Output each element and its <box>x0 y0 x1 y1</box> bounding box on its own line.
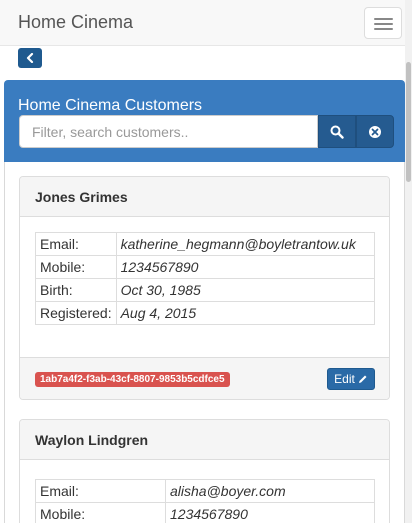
customer-card: Waylon Lindgren Email: alisha@boyer.com … <box>19 419 390 523</box>
scrollbar-thumb[interactable] <box>406 62 411 182</box>
field-label: Email: <box>35 232 117 256</box>
customer-info-table: Email: alisha@boyer.com Mobile: 12345678… <box>35 479 375 523</box>
navbar: Home Cinema <box>0 0 405 46</box>
field-label: Mobile: <box>35 255 117 279</box>
field-label: Registered: <box>35 301 117 325</box>
customer-info-table: Email: katherine_hegmann@boyletrantow.uk… <box>35 232 376 325</box>
field-label: Email: <box>35 479 166 503</box>
clear-search-button[interactable] <box>356 115 394 148</box>
field-label: Mobile: <box>35 502 166 523</box>
field-value: Oct 30, 1985 <box>115 278 376 302</box>
customer-card: Jones Grimes Email: katherine_hegmann@bo… <box>19 176 390 400</box>
field-label: Birth: <box>35 278 117 302</box>
customer-card-header: Jones Grimes <box>20 177 389 217</box>
back-button[interactable] <box>18 48 42 68</box>
customer-card-footer: 1ab7a4f2-f3ab-43cf-8807-9853b5cdfce5 Edi… <box>20 357 389 399</box>
panel-title: Home Cinema Customers <box>18 97 203 114</box>
field-value: katherine_hegmann@boyletrantow.uk <box>115 232 376 256</box>
field-value: Aug 4, 2015 <box>115 301 376 325</box>
customer-card-header: Waylon Lindgren <box>20 420 389 460</box>
customer-name: Jones Grimes <box>35 189 128 205</box>
table-row: Mobile: 1234567890 <box>35 255 376 279</box>
field-value: alisha@boyer.com <box>165 479 375 503</box>
table-row: Mobile: 1234567890 <box>35 502 375 523</box>
table-row: Email: katherine_hegmann@boyletrantow.uk <box>35 232 376 256</box>
field-value: 1234567890 <box>165 502 375 523</box>
clear-circle-icon <box>369 125 381 138</box>
search-icon <box>330 125 344 139</box>
chevron-left-icon <box>26 53 34 63</box>
search-input[interactable] <box>19 115 318 148</box>
menu-toggle-button[interactable] <box>364 7 402 39</box>
pencil-icon <box>358 375 367 383</box>
customer-name: Waylon Lindgren <box>35 432 149 448</box>
customer-id-badge: 1ab7a4f2-f3ab-43cf-8807-9853b5cdfce5 <box>35 372 230 387</box>
edit-button-label: Edit <box>334 372 355 386</box>
search-button[interactable] <box>318 115 356 148</box>
edit-button[interactable]: Edit <box>327 368 375 390</box>
table-row: Email: alisha@boyer.com <box>35 479 375 503</box>
table-row: Birth: Oct 30, 1985 <box>35 278 376 302</box>
brand-title[interactable]: Home Cinema <box>18 12 133 33</box>
field-value: 1234567890 <box>115 255 376 279</box>
table-row: Registered: Aug 4, 2015 <box>35 301 376 325</box>
